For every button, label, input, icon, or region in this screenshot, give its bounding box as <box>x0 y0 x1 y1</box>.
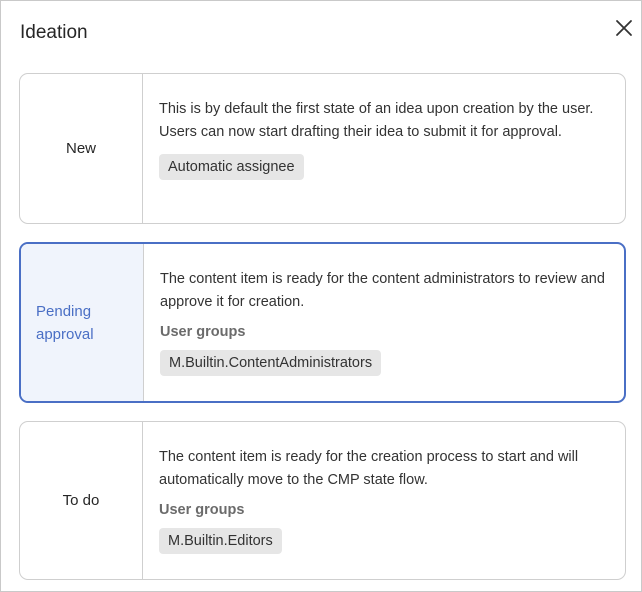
state-details: The content item is ready for the creati… <box>143 422 625 579</box>
user-group-chip: M.Builtin.ContentAdministrators <box>160 349 382 376</box>
state-card-to-do[interactable]: To do The content item is ready for the … <box>19 421 626 580</box>
state-label: New <box>20 74 143 223</box>
state-label: To do <box>20 422 143 579</box>
close-button[interactable] <box>612 16 636 40</box>
state-card-pending-approval[interactable]: Pending approval The content item is rea… <box>19 242 626 403</box>
state-label: Pending approval <box>21 244 144 401</box>
ideation-dialog: Ideation New This is by default the firs… <box>0 0 642 592</box>
user-group-chip: M.Builtin.Editors <box>159 527 282 554</box>
state-label-text: Pending approval <box>36 302 94 343</box>
assignee-chip: Automatic assignee <box>159 153 304 180</box>
state-details: This is by default the first state of an… <box>143 74 625 223</box>
user-groups-heading: User groups <box>160 323 246 340</box>
state-description: The content item is ready for the creati… <box>159 449 579 489</box>
state-details: The content item is ready for the conten… <box>144 244 624 401</box>
dialog-title: Ideation <box>20 22 88 43</box>
close-icon <box>616 20 632 36</box>
state-card-new[interactable]: New This is by default the first state o… <box>19 73 626 224</box>
user-groups-heading: User groups <box>159 501 245 518</box>
state-description: The content item is ready for the conten… <box>160 271 605 311</box>
state-description: This is by default the first state of an… <box>159 101 594 141</box>
